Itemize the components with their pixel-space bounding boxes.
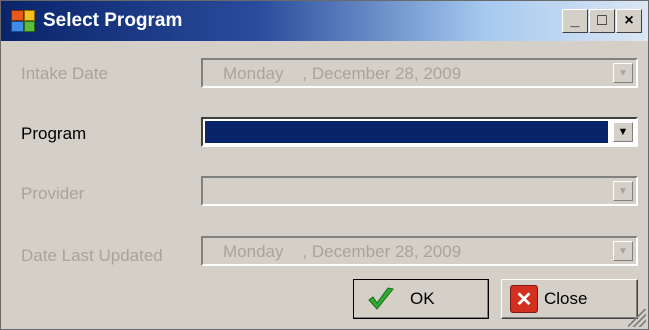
- ok-button-label: OK: [410, 289, 435, 308]
- intake-date-label: Intake Date: [21, 64, 108, 83]
- intake-date-dropdown-icon[interactable]: ▼: [613, 63, 633, 83]
- intake-date-value: Monday , December 28, 2009: [223, 64, 462, 83]
- provider-select[interactable]: ▼: [201, 176, 638, 206]
- app-icon: [11, 10, 35, 32]
- program-label: Program: [21, 124, 87, 143]
- program-select[interactable]: ▼: [201, 117, 638, 147]
- date-last-updated-value: Monday , December 28, 2009: [223, 242, 462, 261]
- date-last-updated-picker[interactable]: Monday , December 28, 2009 ▼: [201, 236, 638, 266]
- minimize-button[interactable]: _: [562, 9, 588, 33]
- close-x-icon: ✕: [510, 285, 538, 313]
- date-last-updated-label: Date Last Updated: [21, 246, 163, 265]
- title-bar[interactable]: Select Program _ □ ×: [1, 1, 648, 41]
- maximize-button[interactable]: □: [589, 9, 615, 33]
- window-title: Select Program: [43, 10, 183, 31]
- provider-label: Provider: [21, 184, 85, 203]
- intake-date-picker[interactable]: Monday , December 28, 2009 ▼: [201, 58, 638, 88]
- close-button[interactable]: ✕ Close: [501, 279, 638, 319]
- provider-dropdown-icon[interactable]: ▼: [613, 181, 633, 201]
- ok-button[interactable]: OK: [353, 279, 489, 319]
- program-selected-value: [205, 121, 608, 143]
- close-window-button[interactable]: ×: [616, 9, 642, 33]
- resize-grip[interactable]: [628, 309, 646, 327]
- date-last-updated-dropdown-icon[interactable]: ▼: [613, 241, 633, 261]
- select-program-dialog: Select Program _ □ × Intake Date Monday …: [0, 0, 649, 330]
- caption-buttons: _ □ ×: [562, 9, 642, 33]
- close-button-label: Close: [544, 289, 588, 308]
- program-dropdown-icon[interactable]: ▼: [613, 122, 633, 142]
- checkmark-icon: [368, 287, 394, 310]
